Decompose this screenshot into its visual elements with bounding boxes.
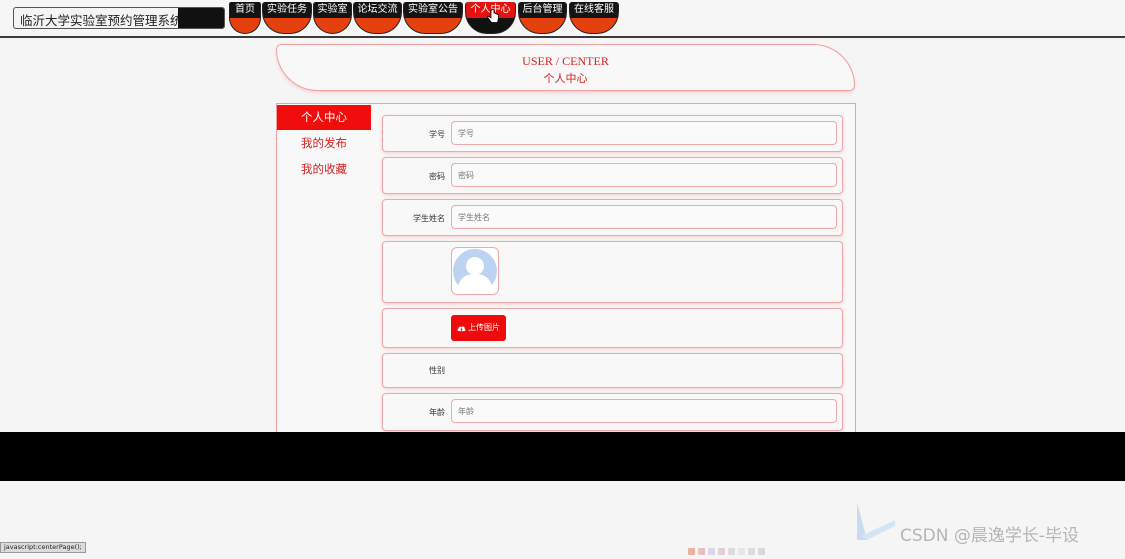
ime-gear-icon xyxy=(758,548,765,555)
top-navigation-bar: 临沂大学实验室预约管理系统 首页 实验任务 实验室 论坛交流 实验室公告 个人中… xyxy=(0,0,1125,38)
sidebar-item-personal-center[interactable]: 个人中心 xyxy=(277,105,371,130)
password-input[interactable] xyxy=(451,163,837,187)
gender-label: 性别 xyxy=(429,366,445,375)
title-black-block xyxy=(178,8,224,28)
form-row-student-no: 学号 xyxy=(382,115,843,152)
upload-image-label: 上传图片 xyxy=(468,323,500,332)
ime-skin-icon xyxy=(738,548,745,555)
student-no-label: 学号 xyxy=(429,130,445,139)
site-title: 临沂大学实验室预约管理系统 xyxy=(20,13,183,28)
student-no-input[interactable] xyxy=(451,121,837,145)
sidebar-item-label: 我的发布 xyxy=(301,136,347,150)
header-title-cn: 个人中心 xyxy=(543,72,588,85)
avatar-image[interactable] xyxy=(451,247,499,295)
nav-forum-label: 论坛交流 xyxy=(354,2,401,18)
ime-cn-icon xyxy=(698,548,705,555)
cloud-upload-icon xyxy=(457,326,466,332)
sidebar-item-my-favorites[interactable]: 我的收藏 xyxy=(277,157,371,182)
user-center-panel: 个人中心 我的发布 我的收藏 学号 密码 学生姓名 xyxy=(276,103,856,433)
upload-image-button[interactable]: 上传图片 xyxy=(451,315,506,341)
ime-keyboard-icon xyxy=(728,548,735,555)
nav-home[interactable]: 首页 xyxy=(229,2,261,34)
student-name-input[interactable] xyxy=(451,205,837,229)
nav-admin-label: 后台管理 xyxy=(519,2,566,18)
student-name-label: 学生姓名 xyxy=(413,214,445,223)
csdn-logo-icon xyxy=(857,502,895,540)
nav-online-service-label: 在线客服 xyxy=(570,2,618,18)
ime-moon-icon xyxy=(708,548,715,555)
form-row-avatar xyxy=(382,241,843,303)
nav-experiment-tasks[interactable]: 实验任务 xyxy=(262,2,312,34)
nav-lab-announcements[interactable]: 实验室公告 xyxy=(403,2,463,34)
nav-forum[interactable]: 论坛交流 xyxy=(353,2,402,34)
ime-s-icon xyxy=(688,548,695,555)
sidebar-item-label: 个人中心 xyxy=(301,110,347,124)
password-label: 密码 xyxy=(429,172,445,181)
ime-grid-icon xyxy=(748,548,755,555)
nav-lab-announcements-label: 实验室公告 xyxy=(404,2,462,18)
ime-punct-icon xyxy=(718,548,725,555)
ime-toolbar xyxy=(688,540,768,555)
user-center-header: USER / CENTER 个人中心 xyxy=(276,44,855,91)
csdn-watermark: CSDN @晨逸学长-毕设 xyxy=(900,526,1080,546)
form-row-age: 年龄 xyxy=(382,393,843,431)
age-label: 年龄 xyxy=(429,408,445,417)
form-row-upload: 上传图片 xyxy=(382,308,843,348)
form-row-password: 密码 xyxy=(382,157,843,194)
nav-admin[interactable]: 后台管理 xyxy=(518,2,567,34)
nav-home-label: 首页 xyxy=(230,2,260,18)
nav-laboratory[interactable]: 实验室 xyxy=(313,2,352,34)
nav-laboratory-label: 实验室 xyxy=(314,2,351,18)
site-title-box: 临沂大学实验室预约管理系统 xyxy=(13,7,225,29)
user-avatar-icon xyxy=(453,249,497,293)
nav-online-service[interactable]: 在线客服 xyxy=(569,2,619,34)
form-row-gender: 性别 xyxy=(382,353,843,388)
black-overlay-band xyxy=(0,432,1125,481)
sidebar-item-label: 我的收藏 xyxy=(301,162,347,176)
header-title-en: USER / CENTER xyxy=(522,54,609,68)
nav-experiment-tasks-label: 实验任务 xyxy=(263,2,311,18)
hand-cursor-icon xyxy=(487,9,499,23)
form-row-student-name: 学生姓名 xyxy=(382,199,843,236)
sidebar-item-my-posts[interactable]: 我的发布 xyxy=(277,131,371,156)
age-input[interactable] xyxy=(451,399,837,423)
browser-status-bar: javascript:centerPage(); xyxy=(0,542,86,553)
